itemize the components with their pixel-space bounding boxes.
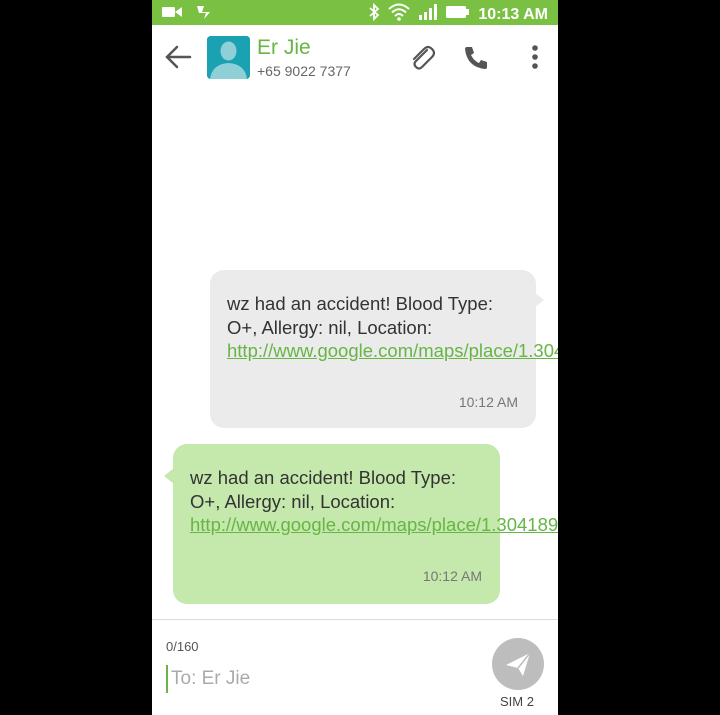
message-body: wz had an accident! Blood Type: O+, Alle…	[227, 293, 494, 338]
sim-label: SIM 2	[500, 694, 534, 709]
message-timestamp: 10:12 AM	[422, 568, 482, 584]
status-time: 10:13 AM	[478, 5, 548, 23]
message-timestamp: 10:12 AM	[458, 394, 518, 410]
flag-icon	[196, 4, 212, 25]
contact-phone-number: +65 9022 7377	[257, 63, 351, 79]
message-body: wz had an accident! Blood Type: O+, Alle…	[190, 467, 457, 512]
signal-icon	[418, 4, 438, 25]
attach-icon[interactable]	[407, 43, 437, 73]
avatar[interactable]	[207, 36, 250, 79]
character-counter: 0/160	[166, 639, 199, 654]
compose-divider	[152, 619, 558, 620]
send-icon	[492, 652, 544, 694]
contact-name: Er Jie	[257, 36, 311, 59]
send-button[interactable]	[492, 638, 544, 690]
message-text: wz had an accident! Blood Type: O+, Alle…	[190, 466, 558, 537]
phone-icon[interactable]	[461, 43, 491, 73]
message-input[interactable]	[166, 665, 471, 693]
message-text: wz had an accident! Blood Type: O+, Alle…	[227, 292, 558, 363]
wifi-icon	[388, 3, 411, 26]
messaging-screen: 10:13 AM Er Jie +65 9022 7377 wz had an	[152, 0, 558, 715]
battery-icon	[446, 5, 470, 24]
message-link[interactable]: http://www.google.com/maps/place/1.30418…	[190, 514, 558, 535]
message-bubble-received[interactable]: wz had an accident! Blood Type: O+, Alle…	[210, 270, 558, 428]
bluetooth-icon	[368, 2, 380, 26]
message-bubble-sent[interactable]: wz had an accident! Blood Type: O+, Alle…	[164, 444, 558, 604]
back-arrow-icon[interactable]	[164, 44, 194, 70]
status-bar: 10:13 AM	[152, 0, 558, 25]
conversation-header: Er Jie +65 9022 7377	[152, 25, 558, 91]
message-link[interactable]: http://www.google.com/maps/place/1.30418…	[227, 340, 558, 361]
video-icon	[162, 5, 182, 24]
bubble-tail	[164, 468, 174, 484]
more-vert-icon[interactable]	[520, 43, 550, 73]
bubble-tail	[534, 292, 544, 308]
